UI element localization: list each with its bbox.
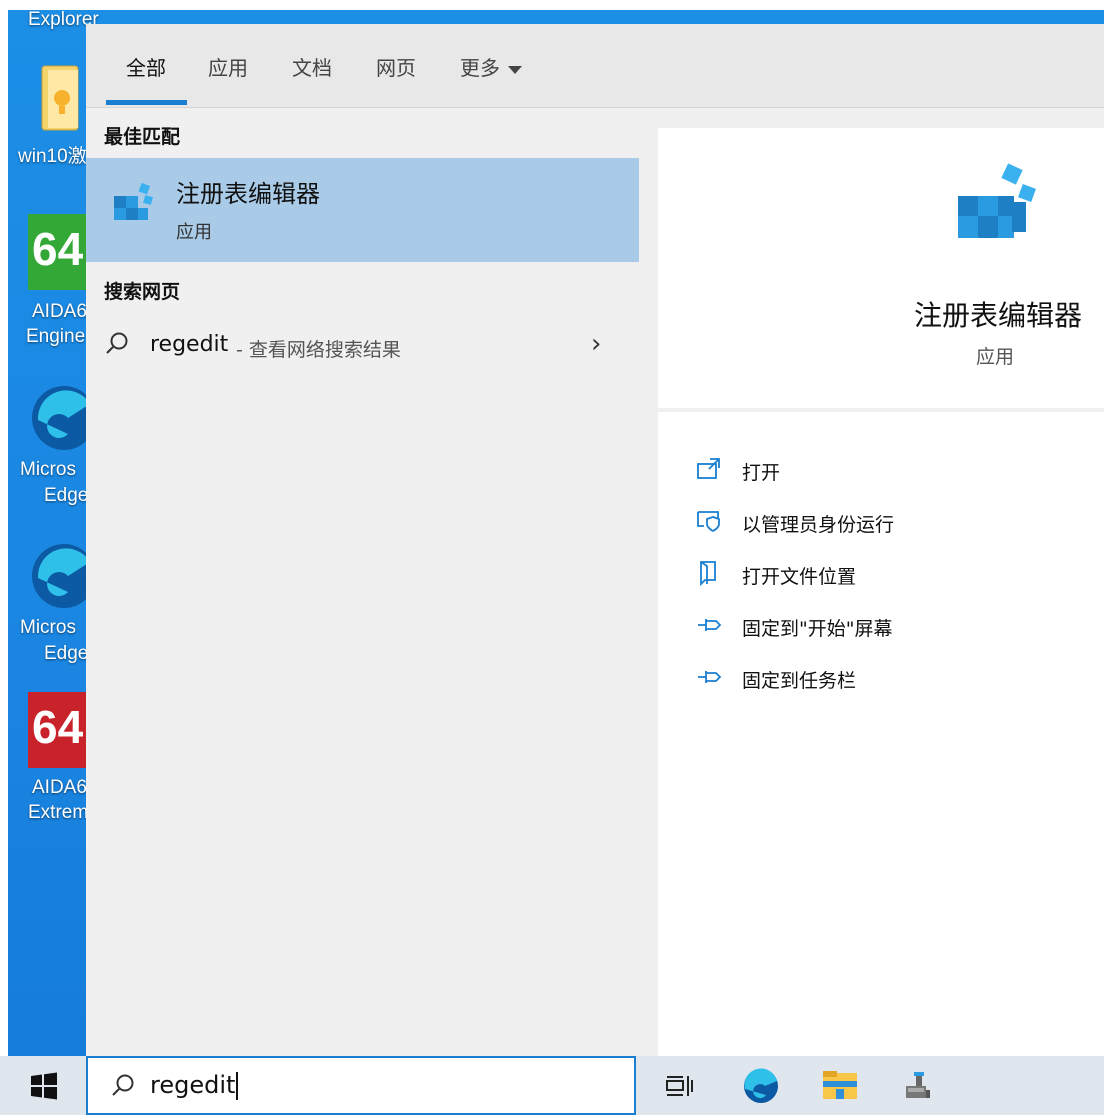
- tab-more[interactable]: 更多: [460, 52, 522, 81]
- desktop-icon-win10[interactable]: [38, 64, 86, 138]
- open-icon: [697, 458, 720, 479]
- action-pin-to-start-label: 固定到"开始"屏幕: [742, 618, 893, 640]
- taskbar-search-value: regedit: [150, 1071, 239, 1100]
- desktop-icon-aida64-extreme-label-1: AIDA6: [32, 777, 87, 798]
- desktop-left-edge: [0, 0, 8, 1115]
- action-open-label: 打开: [742, 462, 781, 484]
- best-match-result[interactable]: 注册表编辑器 应用: [86, 158, 639, 262]
- web-search-heading: 搜索网页: [104, 281, 181, 303]
- tab-all[interactable]: 全部: [126, 52, 166, 81]
- desktop-icon-edge-1[interactable]: [28, 374, 96, 454]
- taskbar-search-text: regedit: [150, 1071, 236, 1099]
- tab-documents[interactable]: 文档: [292, 52, 332, 81]
- chevron-right-icon[interactable]: ›: [591, 329, 601, 359]
- best-match-title: 注册表编辑器: [176, 180, 320, 208]
- installer-icon[interactable]: [902, 1070, 934, 1102]
- pin-icon: [698, 619, 722, 631]
- desktop-icon-aida64-engineer[interactable]: 64: [28, 214, 86, 290]
- file-location-icon: [700, 561, 716, 586]
- best-match-subtitle: 应用: [176, 222, 212, 243]
- edge-icon: [32, 544, 96, 608]
- desktop-icon-edge-1-label-1: Micros: [20, 459, 76, 480]
- desktop-icon-aida64-engineer-label-1: AIDA6: [32, 301, 87, 322]
- action-open[interactable]: 打开: [696, 450, 1096, 490]
- edge-icon: [32, 386, 96, 450]
- search-icon: [112, 1074, 134, 1096]
- text-cursor: [236, 1072, 239, 1100]
- desktop-icon-edge-2-label-1: Micros: [20, 617, 76, 638]
- desktop-top-edge: [0, 0, 1104, 10]
- desktop-icon-aida64-engineer-label-2: Engine: [26, 326, 86, 347]
- taskbar-search-input[interactable]: regedit: [86, 1056, 636, 1115]
- tab-apps[interactable]: 应用: [208, 52, 248, 81]
- edge-icon[interactable]: [742, 1067, 780, 1105]
- file-explorer-icon[interactable]: [822, 1069, 858, 1103]
- web-search-description: - 查看网络搜索结果: [236, 339, 401, 361]
- registry-editor-icon: [958, 163, 1036, 238]
- tab-more-label: 更多: [460, 56, 500, 80]
- search-tab-bar: 全部 应用 文档 网页 更多: [86, 24, 1104, 108]
- aida64-badge: 64: [32, 701, 84, 753]
- web-search-result[interactable]: regedit - 查看网络搜索结果 ›: [86, 319, 639, 369]
- aida64-badge: 64: [32, 223, 84, 275]
- chevron-down-icon: [508, 65, 522, 74]
- desktop-icon-win10-label: win10激: [18, 146, 87, 167]
- details-subtitle: 应用: [975, 346, 1014, 368]
- action-pin-to-taskbar[interactable]: 固定到任务栏: [696, 658, 1096, 698]
- desktop-icon-edge-2[interactable]: [28, 532, 96, 612]
- desktop-icon-aida64-extreme[interactable]: 64: [28, 692, 86, 768]
- task-view-icon[interactable]: [664, 1070, 696, 1102]
- details-header: 注册表编辑器 应用: [658, 128, 1104, 412]
- action-run-as-admin-label: 以管理员身份运行: [742, 514, 895, 536]
- action-open-file-location[interactable]: 打开文件位置: [696, 554, 1096, 594]
- desktop-icon-aida64-extreme-label-2: Extrem: [28, 802, 89, 823]
- action-run-as-admin[interactable]: 以管理员身份运行: [696, 502, 1096, 542]
- active-tab-indicator: [106, 100, 187, 105]
- details-pane: 注册表编辑器 应用 打开 以管理员身份运行 打开文件位置 固定到"开始"屏幕 固…: [658, 128, 1104, 1056]
- search-icon: [106, 332, 128, 354]
- windows-start-icon[interactable]: [30, 1072, 58, 1100]
- best-match-heading: 最佳匹配: [104, 126, 181, 148]
- folder-icon: [41, 65, 79, 131]
- action-pin-to-start[interactable]: 固定到"开始"屏幕: [696, 606, 1096, 646]
- taskbar: regedit: [0, 1056, 1104, 1115]
- web-search-query: regedit: [150, 332, 229, 357]
- run-as-admin-icon: [697, 511, 720, 533]
- search-panel: 全部 应用 文档 网页 更多 最佳匹配 注册表编辑器 应用 搜索网页 reged…: [86, 24, 1104, 1056]
- action-pin-to-taskbar-label: 固定到任务栏: [742, 670, 857, 692]
- tab-web[interactable]: 网页: [376, 52, 416, 81]
- details-title: 注册表编辑器: [913, 299, 1082, 332]
- pin-icon: [698, 671, 722, 683]
- desktop-icon-edge-1-label-2: Edge: [44, 485, 89, 506]
- registry-editor-icon: [114, 182, 153, 220]
- desktop-icon-edge-2-label-2: Edge: [44, 643, 89, 664]
- action-open-file-location-label: 打开文件位置: [742, 566, 857, 588]
